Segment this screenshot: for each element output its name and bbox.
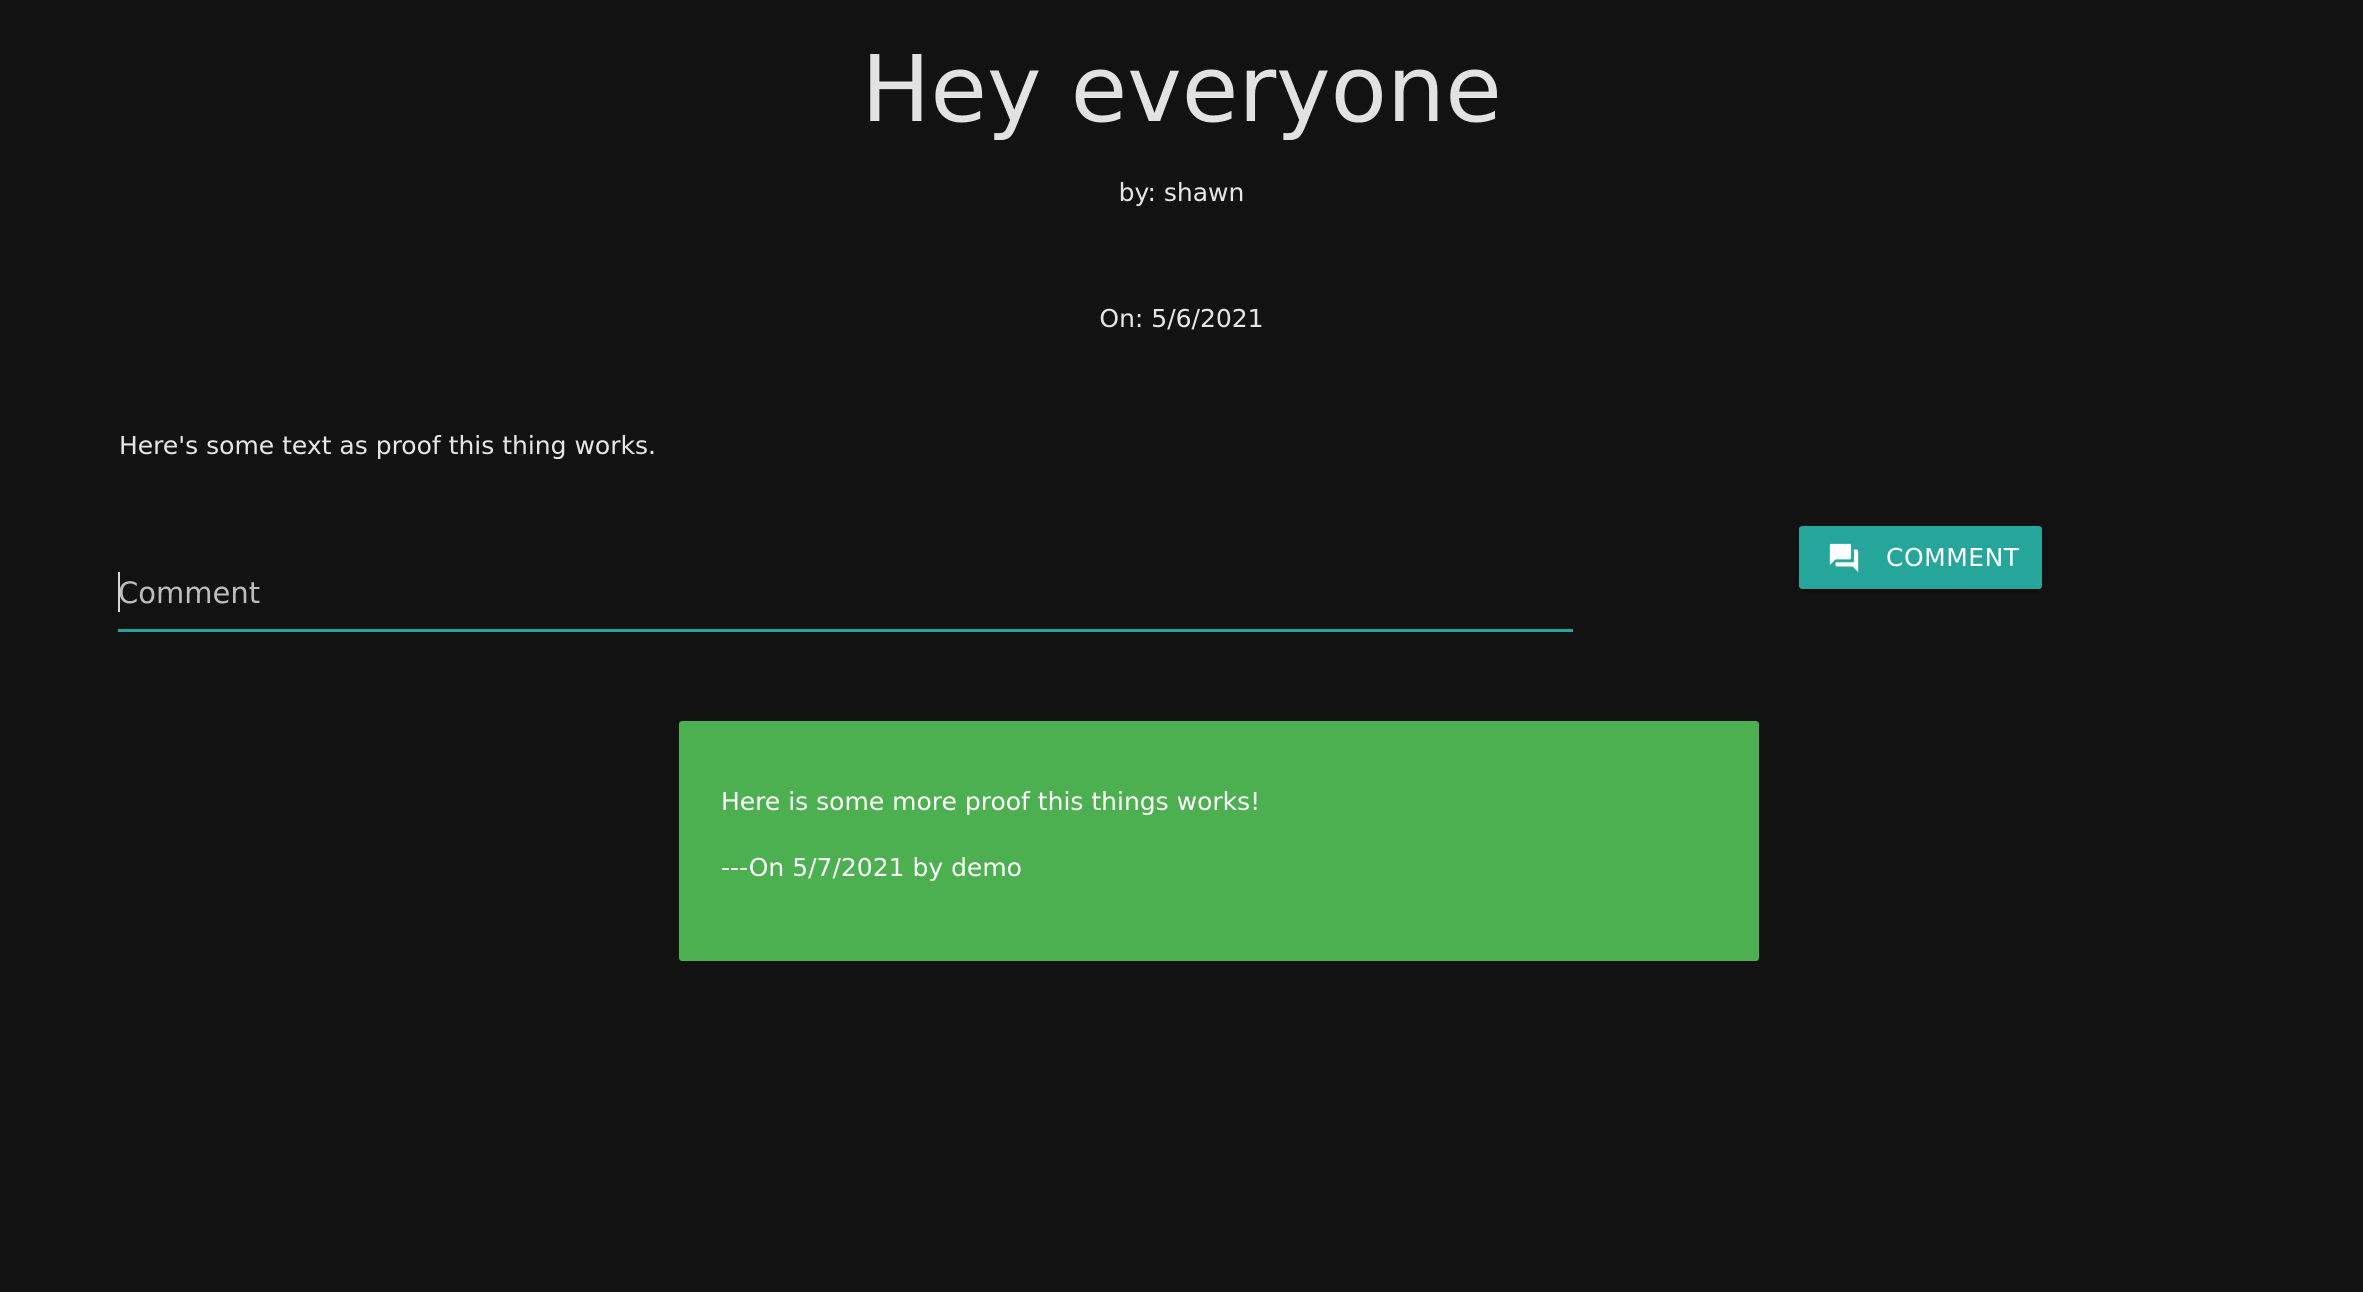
text-caret: [118, 572, 120, 612]
comment-field: [118, 562, 1573, 632]
post-author: by: shawn: [1118, 178, 1245, 207]
comment-button[interactable]: COMMENT: [1799, 526, 2042, 589]
comment-card: Here is some more proof this things work…: [679, 721, 1759, 961]
comment-input[interactable]: [118, 568, 1573, 618]
comment-icon: [1827, 541, 1861, 575]
post-title: Hey everyone: [861, 36, 1502, 143]
post-body-text: Here's some text as proof this thing wor…: [119, 431, 656, 460]
comment-text: Here is some more proof this things work…: [721, 787, 1261, 816]
comment-meta: ---On 5/7/2021 by demo: [721, 853, 1022, 882]
comment-button-label: COMMENT: [1886, 543, 2020, 572]
post-date: On: 5/6/2021: [1099, 304, 1264, 333]
